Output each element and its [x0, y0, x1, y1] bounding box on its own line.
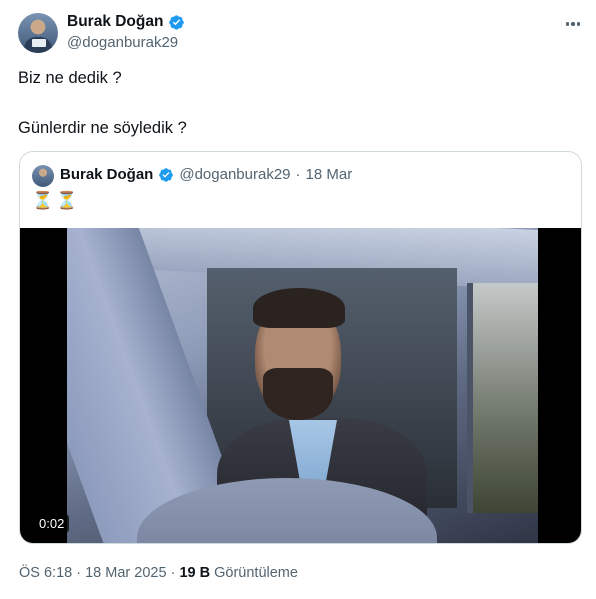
- more-dot: [571, 22, 575, 26]
- video-frame: [67, 228, 538, 543]
- tweet-footer: ÖS 6:18 · 18 Mar 2025 · 19 B Görüntüleme: [19, 565, 298, 581]
- verified-badge-icon: [169, 14, 185, 30]
- verified-badge-icon: [159, 167, 174, 182]
- quoted-date: 18 Mar: [305, 166, 353, 183]
- video-person-hair: [253, 288, 345, 328]
- tweet-time[interactable]: ÖS 6:18: [19, 565, 72, 581]
- views-label: Görüntüleme: [214, 565, 298, 581]
- author-name-row: Burak Doğan: [67, 13, 185, 31]
- more-horizontal-icon[interactable]: [562, 14, 584, 34]
- author-handle[interactable]: @doganburak29: [67, 34, 178, 51]
- tweet: Burak Doğan @doganburak29 Biz ne dedik ?…: [0, 0, 596, 599]
- quoted-author-name: Burak Doğan: [60, 166, 154, 183]
- avatar-laptop: [32, 39, 46, 47]
- quoted-separator: ·: [295, 166, 301, 183]
- more-dot: [566, 22, 570, 26]
- quoted-header: Burak Doğan @doganburak29 · 18 Mar: [60, 166, 352, 183]
- avatar[interactable]: [18, 13, 58, 53]
- author-name[interactable]: Burak Doğan: [67, 13, 163, 31]
- tweet-text-line: Biz ne dedik ?: [18, 69, 122, 87]
- video-player[interactable]: 0:02: [20, 228, 581, 543]
- quoted-avatar: [32, 165, 54, 187]
- quoted-tweet[interactable]: Burak Doğan @doganburak29 · 18 Mar ⏳⏳ 0:…: [19, 151, 582, 544]
- tweet-text-line: Günlerdir ne söyledik ?: [18, 119, 187, 137]
- video-person-beard: [263, 368, 333, 420]
- quoted-text: ⏳⏳: [32, 191, 81, 210]
- more-dot: [576, 22, 580, 26]
- footer-separator: ·: [170, 565, 176, 581]
- video-rear-window: [467, 283, 538, 513]
- tweet-date[interactable]: 18 Mar 2025: [85, 565, 166, 581]
- video-duration-badge: 0:02: [34, 514, 70, 533]
- footer-separator: ·: [76, 565, 82, 581]
- views-count: 19 B: [179, 565, 211, 581]
- quoted-author-handle: @doganburak29: [179, 166, 291, 183]
